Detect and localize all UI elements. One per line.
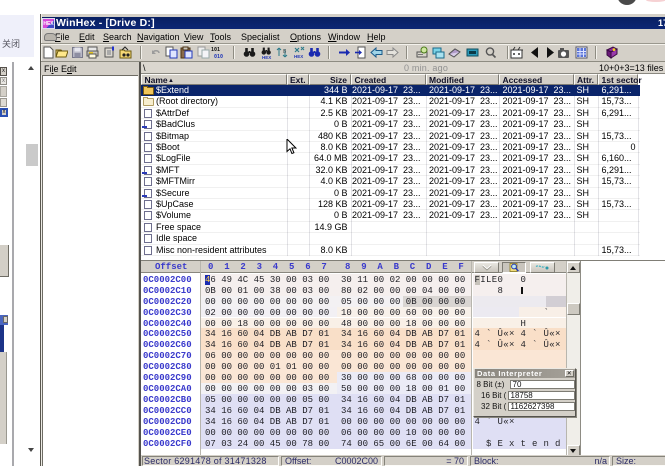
- svg-text:010: 010: [214, 54, 223, 59]
- svg-text:B: B: [283, 49, 287, 55]
- svg-text:HEX: HEX: [294, 54, 303, 59]
- svg-text:101: 101: [211, 47, 220, 53]
- svg-text:HEX: HEX: [262, 55, 271, 59]
